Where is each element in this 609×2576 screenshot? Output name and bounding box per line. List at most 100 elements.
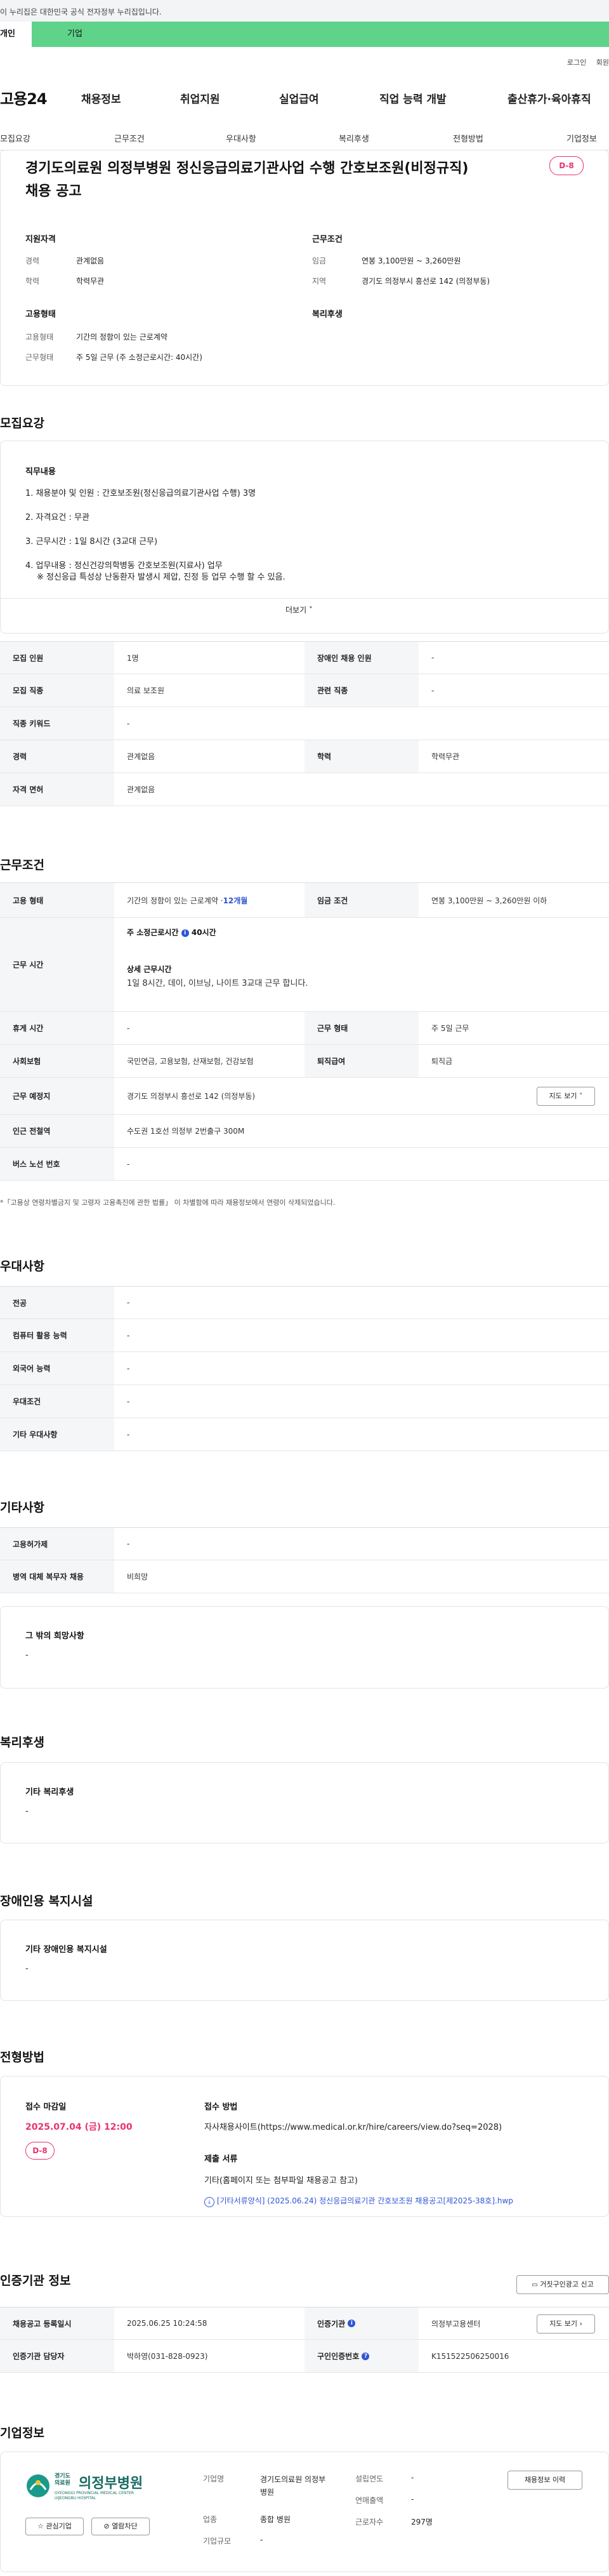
anchor-selection[interactable]: 전형방법 xyxy=(453,132,483,144)
user-type-tabs: 개인 기업 xyxy=(0,22,609,47)
other-wish-value: - xyxy=(25,1650,29,1660)
report-icon: ▭ xyxy=(532,2281,538,2288)
cert-heading: 인증기관 정보 xyxy=(0,2274,71,2288)
table-row: 경력 관계없음 학력 학력무관 xyxy=(0,740,609,773)
industry-value: 종합 병원 xyxy=(260,2515,291,2524)
row-label: 직종 키워드 xyxy=(0,707,114,740)
row-label: 구인인증번호 ? xyxy=(304,2340,419,2372)
row-label: 우대조건 xyxy=(0,1385,114,1417)
info-icon[interactable]: i xyxy=(181,929,189,937)
detail-hours-value: 1일 8시간, 데이, 이브닝, 나이트 3교대 근무 합니다. xyxy=(127,979,308,988)
tab-corp[interactable]: 기업 xyxy=(32,22,609,47)
welfare-heading: 복리후생 xyxy=(0,1736,44,1749)
anchor-conditions[interactable]: 근무조건 xyxy=(114,132,145,144)
report-button-label[interactable]: 거짓구인광고 신고 xyxy=(540,2280,593,2288)
table-row: 근무 시간 주 소정근로시간 i 40시간 상세 근무시간 1일 8시간, 데이… xyxy=(0,918,609,1012)
row-label: 경력 xyxy=(0,740,114,773)
job-history-button[interactable]: 채용정보 이력 xyxy=(508,2471,582,2490)
logo-name-text: 의정부병원 xyxy=(79,2476,143,2492)
section-anchor-bar: 모집요강 근무조건 우대사항 복리후생 전형방법 기업정보 xyxy=(0,127,609,150)
row-label: 병역 대체 복무자 채용 xyxy=(0,1560,114,1593)
welfare-summary-heading: 복리후생 xyxy=(312,310,343,319)
row-value: - xyxy=(127,719,130,728)
row-value: - xyxy=(127,1397,130,1406)
age-note: *「고용상 연령차별금지 및 고령자 고용촉진에 관한 법률」 이 차별함에 따… xyxy=(0,1198,336,1207)
nav-item-jobs[interactable]: 채용정보 xyxy=(81,90,121,106)
anchor-preference[interactable]: 우대사항 xyxy=(226,132,256,144)
duty-line-4: 4. 업무내용 : 정신건강의학병동 간호보조원(지료사) 업무 xyxy=(25,561,223,571)
other-heading: 기타사항 xyxy=(0,1501,44,1515)
row-label: 퇴직급여 xyxy=(304,1045,419,1077)
table-row: 인근 전철역 수도권 1호선 의정부 2번출구 300M xyxy=(0,1115,609,1148)
duty-line-2: 2. 자격요건 : 무관 xyxy=(25,513,89,522)
dday-badge: D-8 xyxy=(549,156,584,175)
career-value: 관계없음 xyxy=(76,256,105,265)
info-icon[interactable]: i xyxy=(348,2320,356,2327)
support-qual-heading: 지원자격 xyxy=(25,235,56,244)
attachment-filename[interactable]: [기타서류양식] (2025.06.24) 정신응급의료기관 간호보조원 채용공… xyxy=(217,2196,513,2205)
disabled-card xyxy=(0,1920,609,2001)
row-value: - xyxy=(127,1430,130,1439)
table-row: 전공 - xyxy=(0,1286,609,1319)
anchor-recruit[interactable]: 모집요강 xyxy=(0,132,30,144)
row-value: 2025.06.25 10:24:58 xyxy=(127,2319,207,2328)
nav-item-unemployment[interactable]: 실업급여 xyxy=(279,90,319,106)
row-value: 퇴직금 xyxy=(431,1057,453,1066)
row-label: 장애인 채용 인원 xyxy=(304,642,419,674)
block-view-button[interactable]: ⊘ 열람차단 xyxy=(91,2518,150,2535)
row-label: 인근 전철역 xyxy=(0,1115,114,1147)
row-value: - xyxy=(127,1159,130,1169)
weekly-label: 주 소정근로시간 xyxy=(127,928,179,937)
nav-item-training[interactable]: 직업 능력 개발 xyxy=(379,90,447,106)
table-row: 휴게 시간 - 근무 형태 주 5일 근무 xyxy=(0,1012,609,1045)
nav-item-employment-support[interactable]: 취업지원 xyxy=(180,90,220,106)
signup-link[interactable]: 회원 xyxy=(596,58,609,67)
anchor-company[interactable]: 기업정보 xyxy=(566,132,597,144)
table-row: 모집 인원 1명 장애인 채용 인원 - xyxy=(0,641,609,674)
preference-heading: 우대사항 xyxy=(0,1259,44,1273)
table-row: 외국어 능력 - xyxy=(0,1352,609,1385)
nav-item-leave[interactable]: 출산휴가·육아휴직 xyxy=(508,90,591,106)
tab-person[interactable]: 개인 xyxy=(0,22,32,47)
report-fake-ad-button[interactable]: ▭ 거짓구인광고 신고 xyxy=(516,2275,609,2294)
table-row: 병역 대체 복무자 채용 비희망 xyxy=(0,1560,609,1593)
welfare-value: - xyxy=(25,1807,29,1816)
deadline-label: 접수 마감일 xyxy=(25,2102,67,2112)
row-value: 기간의 정함이 있는 근로계약 · 12개월 xyxy=(114,883,304,917)
workers-value: 297명 xyxy=(411,2518,433,2526)
disabled-title: 기타 장애인용 복지시설 xyxy=(25,1945,107,1955)
anchor-welfare[interactable]: 복리후생 xyxy=(339,132,369,144)
row-label: 근무 형태 xyxy=(304,1012,419,1044)
row-label: 고용허가제 xyxy=(0,1528,114,1560)
duty-line-3: 3. 근무시간 : 1일 8시간 (3교대 근무) xyxy=(25,537,158,547)
row-label: 고용 형태 xyxy=(0,883,114,917)
row-value: 학력무관 xyxy=(431,752,460,761)
gov-banner-text: 이 누리집은 대한민국 공식 전자정부 누리집입니다. xyxy=(0,8,162,17)
interest-company-button[interactable]: ☆ 관심기업 xyxy=(25,2518,84,2535)
other-wish-title: 그 밖의 희망사항 xyxy=(25,1631,84,1641)
welfare-card xyxy=(0,1762,609,1843)
row-value: 연봉 3,100만원 ~ 3,260만원 이하 xyxy=(431,896,547,905)
divider xyxy=(0,598,609,599)
table-row: 컴퓨터 활용 능력 - xyxy=(0,1319,609,1352)
sales-label: 연매출액 xyxy=(355,2496,384,2505)
map-view-button[interactable]: 지도 보기 ˅ xyxy=(537,1087,595,1106)
cert-map-button[interactable]: 지도 보기 › xyxy=(537,2314,595,2334)
login-link[interactable]: 로그인 xyxy=(567,58,586,67)
work-cond-heading: 근무조건 xyxy=(312,235,343,244)
row-value: - xyxy=(127,1364,130,1373)
attachment-link[interactable]: ⤓ [기타서류양식] (2025.06.24) 정신응급의료기관 간호보조원 채… xyxy=(204,2195,513,2207)
workers-label: 근로자수 xyxy=(355,2518,384,2526)
sales-value: - xyxy=(411,2495,414,2504)
disabled-value: - xyxy=(25,1964,29,1974)
table-row: 고용허가제 - xyxy=(0,1527,609,1560)
work-form-label: 근무형태 xyxy=(25,353,54,362)
info-icon[interactable]: ? xyxy=(362,2352,370,2360)
region-label: 지역 xyxy=(312,277,327,286)
row-value: - xyxy=(127,1023,130,1033)
more-button[interactable]: 더보기 ˅ xyxy=(285,604,313,615)
site-logo[interactable]: 고용24 xyxy=(0,86,48,109)
file-icon: ⤓ xyxy=(204,2197,214,2207)
row-value: 국민연금, 고용보험, 산재보험, 건강보험 xyxy=(127,1057,254,1066)
conditions-heading: 근무조건 xyxy=(0,858,44,872)
